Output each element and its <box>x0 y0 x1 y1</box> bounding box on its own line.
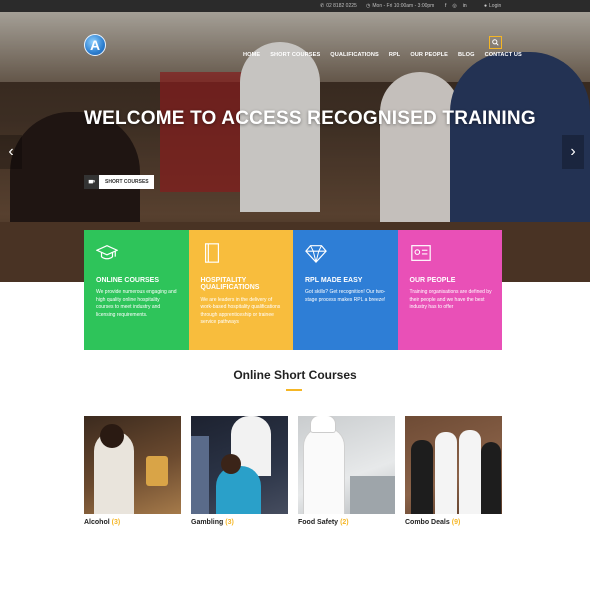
course-card-gambling[interactable]: Gambling (3) <box>191 416 288 526</box>
user-icon: ● <box>484 3 488 9</box>
course-count: (3) <box>111 519 121 526</box>
feature-text: We provide numerous engaging and high qu… <box>96 289 177 318</box>
phone-number: 02 8182 0225 <box>326 3 357 9</box>
cup-icon <box>84 175 99 189</box>
hero-title: WELCOME TO ACCESS RECOGNISED TRAINING <box>84 108 536 129</box>
course-count: (3) <box>225 519 234 526</box>
nav-our-people[interactable]: OUR PEOPLE <box>410 52 448 58</box>
nav-rpl[interactable]: RPL <box>389 52 401 58</box>
id-card-icon <box>410 245 431 261</box>
social-links: f ◎ in <box>445 3 467 9</box>
feature-rpl-made-easy[interactable]: RPL MADE EASY Got skills? Get recognitio… <box>293 230 398 350</box>
book-icon <box>204 243 219 263</box>
instagram-icon[interactable]: ◎ <box>452 3 456 9</box>
feature-title: OUR PEOPLE <box>409 277 456 284</box>
section-underline <box>286 389 302 391</box>
nav-home[interactable]: HOME <box>243 52 260 58</box>
main-nav: HOME SHORT COURSES QUALIFICATIONS RPL OU… <box>243 52 522 58</box>
graduation-cap-icon <box>95 245 119 260</box>
linkedin-icon[interactable]: in <box>463 3 467 9</box>
short-courses-button[interactable]: SHORT COURSES <box>84 175 154 189</box>
chevron-right-icon: › <box>570 143 576 160</box>
site-logo[interactable]: A <box>84 34 106 56</box>
nav-blog[interactable]: BLOG <box>458 52 475 58</box>
top-bar: ✆ 02 8182 0225 ◷ Mon - Fri 10:00am - 3:0… <box>0 0 590 12</box>
hours-text: Mon - Fri 10:00am - 3:00pm <box>372 3 435 9</box>
course-name[interactable]: Food Safety <box>298 519 338 526</box>
facebook-icon[interactable]: f <box>445 3 446 9</box>
feature-online-courses[interactable]: ONLINE COURSES We provide numerous engag… <box>84 230 189 350</box>
course-name[interactable]: Alcohol <box>84 519 110 526</box>
course-name[interactable]: Combo Deals <box>405 519 450 526</box>
slider-prev-button[interactable]: ‹ <box>0 135 22 169</box>
feature-hospitality-qualifications[interactable]: HOSPITALITY QUALIFICATIONS We are leader… <box>188 230 293 350</box>
nav-short-courses[interactable]: SHORT COURSES <box>270 52 320 58</box>
search-button[interactable] <box>489 36 502 49</box>
slider-next-button[interactable]: › <box>562 135 584 169</box>
short-courses-button-label: SHORT COURSES <box>105 179 149 185</box>
opening-hours: ◷ Mon - Fri 10:00am - 3:00pm <box>366 3 434 9</box>
section-title: Online Short Courses <box>233 368 357 382</box>
login-link[interactable]: ● Login <box>484 3 501 9</box>
feature-our-people[interactable]: OUR PEOPLE Training organisations are de… <box>397 230 502 350</box>
feature-boxes: ONLINE COURSES We provide numerous engag… <box>84 230 502 350</box>
course-card-alcohol[interactable]: Alcohol (3) <box>84 416 181 526</box>
search-icon <box>492 39 499 46</box>
course-count: (2) <box>340 519 349 526</box>
course-image-food-safety[interactable] <box>298 416 395 514</box>
feature-text: Got skills? Get recognition! Our two-sta… <box>305 289 386 303</box>
diamond-icon <box>305 245 327 264</box>
course-name[interactable]: Gambling <box>191 519 223 526</box>
course-card-combo-deals[interactable]: Combo Deals (9) <box>405 416 502 526</box>
clock-icon: ◷ <box>366 3 371 9</box>
chevron-left-icon: ‹ <box>8 143 14 160</box>
phone-contact[interactable]: ✆ 02 8182 0225 <box>320 3 357 9</box>
course-image-gambling[interactable] <box>191 416 288 514</box>
course-count: (9) <box>451 519 461 526</box>
course-card-food-safety[interactable]: Food Safety (2) <box>298 416 395 526</box>
nav-contact-us[interactable]: CONTACT US <box>485 52 522 58</box>
phone-icon: ✆ <box>320 3 325 9</box>
feature-title: ONLINE COURSES <box>96 277 160 284</box>
course-image-combo-deals[interactable] <box>405 416 502 514</box>
feature-title: HOSPITALITY QUALIFICATIONS <box>200 277 260 292</box>
feature-text: Training organisations are defined by th… <box>409 289 492 311</box>
course-grid: Alcohol (3) Gambling (3) Food Safety (2) Co… <box>84 416 502 526</box>
feature-text: We are leaders in the delivery of work-b… <box>200 296 281 326</box>
feature-title: RPL MADE EASY <box>305 277 363 284</box>
nav-qualifications[interactable]: QUALIFICATIONS <box>330 52 379 58</box>
login-label: Login <box>489 3 502 9</box>
course-image-alcohol[interactable] <box>84 416 181 514</box>
